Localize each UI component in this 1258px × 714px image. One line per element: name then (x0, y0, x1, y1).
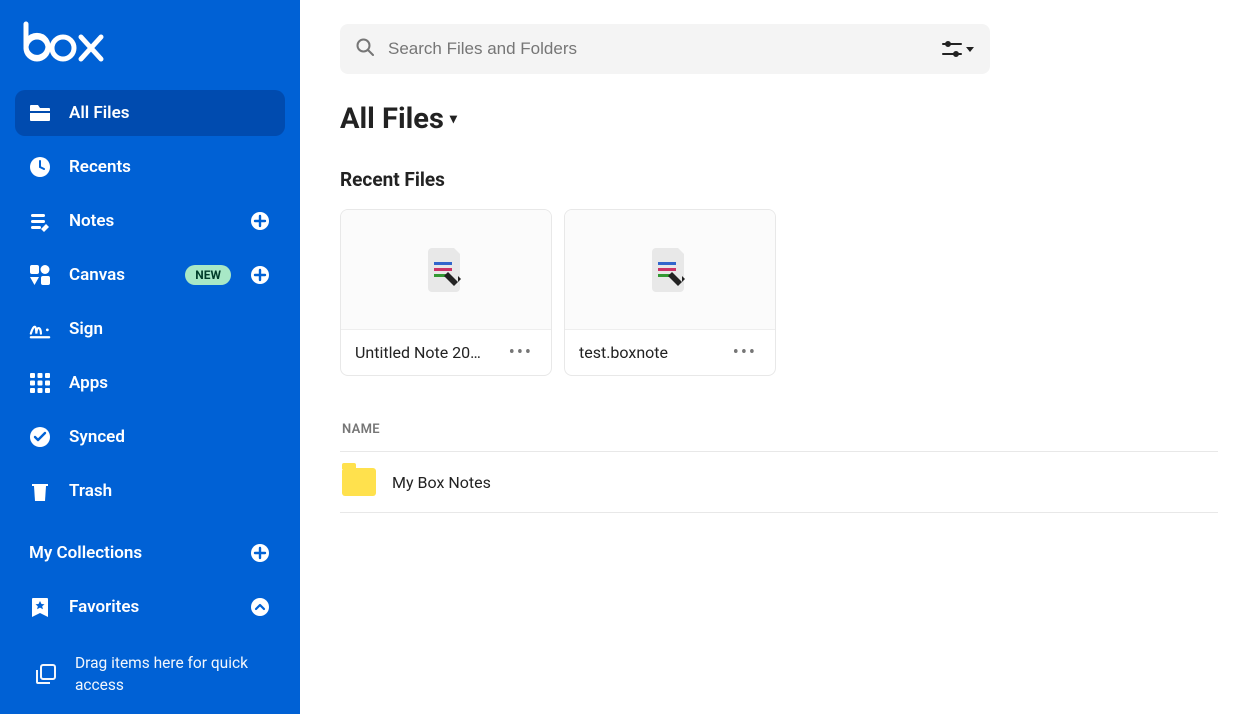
recent-file-card[interactable]: test.boxnote ••• (564, 209, 776, 376)
trash-icon (29, 480, 51, 502)
sidebar: All Files Recents Notes Canvas NEW Sign (0, 0, 300, 714)
add-collection-button[interactable] (249, 542, 271, 564)
favorites-drop-text: Drag items here for quick access (75, 652, 271, 697)
main-content: All Files ▾ Recent Files Untitled Note 2… (300, 0, 1258, 714)
search-bar[interactable] (340, 24, 990, 74)
sidebar-item-label: Favorites (69, 597, 231, 617)
chevron-down-icon (966, 47, 974, 52)
caret-down-icon: ▾ (450, 111, 457, 127)
sidebar-item-label: Synced (69, 427, 271, 447)
sidebar-item-favorites[interactable]: Favorites (15, 584, 285, 630)
sidebar-item-canvas[interactable]: Canvas NEW (15, 252, 285, 298)
new-badge: NEW (185, 265, 231, 285)
sidebar-item-apps[interactable]: Apps (15, 360, 285, 406)
my-collections-header[interactable]: My Collections (15, 530, 285, 576)
boxnote-icon (652, 248, 688, 292)
favorites-drop-zone[interactable]: Drag items here for quick access (29, 642, 271, 707)
page-title-dropdown[interactable]: All Files ▾ (340, 102, 1218, 136)
sidebar-item-label: Notes (69, 211, 231, 231)
file-thumbnail (341, 210, 551, 330)
add-canvas-button[interactable] (249, 264, 271, 286)
check-circle-icon (29, 426, 51, 448)
boxnote-icon (428, 248, 464, 292)
sidebar-item-sign[interactable]: Sign (15, 306, 285, 352)
sidebar-item-label: Trash (69, 481, 271, 501)
file-thumbnail (565, 210, 775, 330)
file-more-button[interactable]: ••• (505, 340, 537, 365)
recent-files-row: Untitled Note 20… ••• test.boxnote ••• (340, 209, 1218, 376)
bookmark-star-icon (29, 596, 51, 618)
sidebar-item-synced[interactable]: Synced (15, 414, 285, 460)
apps-icon (29, 372, 51, 394)
notes-icon (29, 210, 51, 232)
sliders-icon (942, 41, 962, 57)
file-name: test.boxnote (579, 343, 668, 362)
file-more-button[interactable]: ••• (729, 340, 761, 365)
folder-icon (342, 468, 376, 496)
table-header-name: NAME (340, 416, 1218, 452)
folder-icon (29, 102, 51, 124)
sidebar-item-label: Canvas (69, 265, 167, 285)
sidebar-item-all-files[interactable]: All Files (15, 90, 285, 136)
file-name: Untitled Note 20… (355, 343, 481, 362)
recent-files-heading: Recent Files (340, 168, 1218, 191)
row-name: My Box Notes (392, 473, 491, 492)
sidebar-item-label: Recents (69, 157, 271, 177)
clock-icon (29, 156, 51, 178)
sign-icon (29, 318, 51, 340)
recent-file-card[interactable]: Untitled Note 20… ••• (340, 209, 552, 376)
page-title-text: All Files (340, 102, 444, 136)
sidebar-item-recents[interactable]: Recents (15, 144, 285, 190)
sidebar-item-notes[interactable]: Notes (15, 198, 285, 244)
search-input[interactable] (388, 39, 928, 59)
section-label: My Collections (29, 543, 231, 563)
stack-icon (35, 663, 57, 685)
box-logo[interactable] (15, 18, 285, 82)
search-icon (356, 38, 374, 60)
sidebar-item-label: Sign (69, 319, 271, 339)
sidebar-item-label: All Files (69, 103, 271, 123)
collapse-favorites-button[interactable] (249, 596, 271, 618)
sidebar-item-label: Apps (69, 373, 271, 393)
table-row[interactable]: My Box Notes (340, 452, 1218, 513)
add-note-button[interactable] (249, 210, 271, 232)
canvas-icon (29, 264, 51, 286)
sidebar-item-trash[interactable]: Trash (15, 468, 285, 514)
search-filter-button[interactable] (942, 41, 974, 57)
